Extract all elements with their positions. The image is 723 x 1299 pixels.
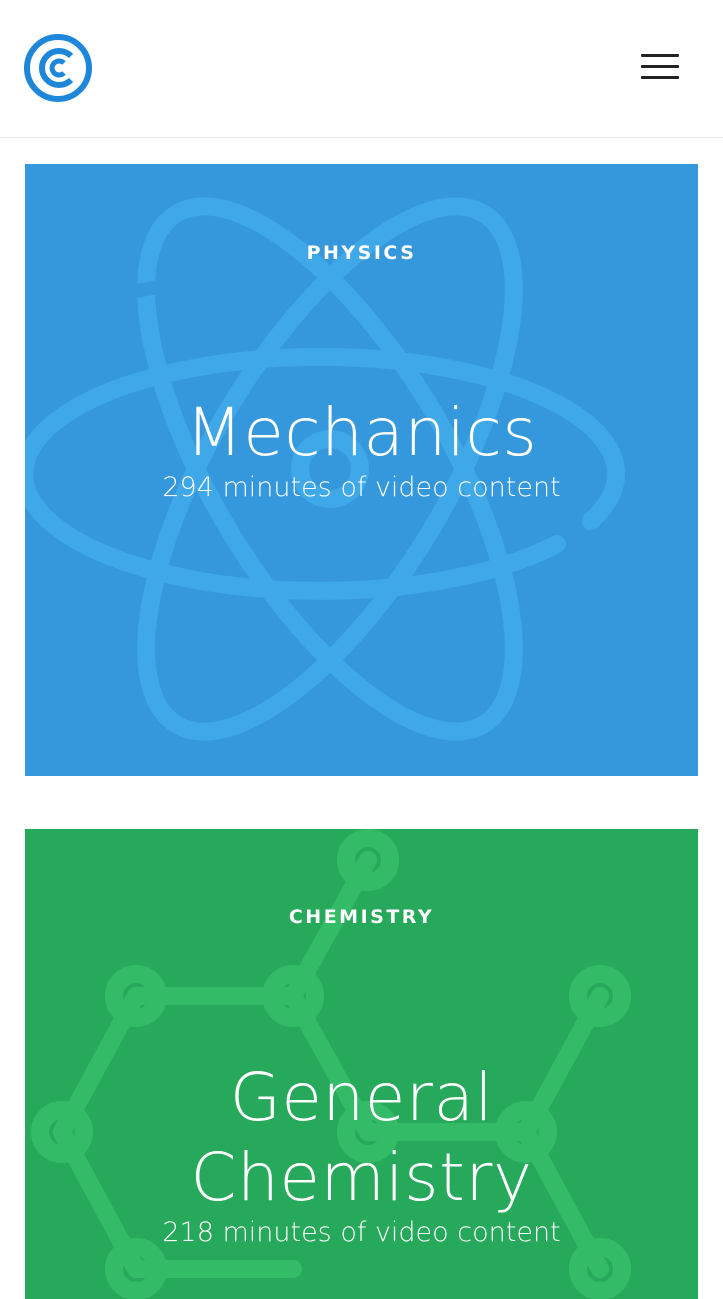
course-duration: 218 minutes of video content [162,1217,561,1248]
course-card-mechanics[interactable]: PHYSICS Mechanics 294 minutes of video c… [25,164,698,776]
menu-bar [641,65,679,68]
menu-button[interactable] [636,48,684,86]
hamburger-menu-icon [641,54,679,57]
menu-bar [641,76,679,79]
c-logo-icon[interactable] [24,34,94,104]
course-title-line-1: General [229,1059,494,1136]
course-title: Mechanics [185,394,538,471]
course-card-general-chemistry[interactable]: CHEMISTRY General Chemistry 218 minutes … [25,829,698,1299]
site-header [0,0,723,138]
course-duration: 294 minutes of video content [162,472,561,503]
course-category: CHEMISTRY [288,906,435,928]
course-title-line-2: Chemistry [190,1139,533,1216]
course-category: PHYSICS [306,242,417,264]
